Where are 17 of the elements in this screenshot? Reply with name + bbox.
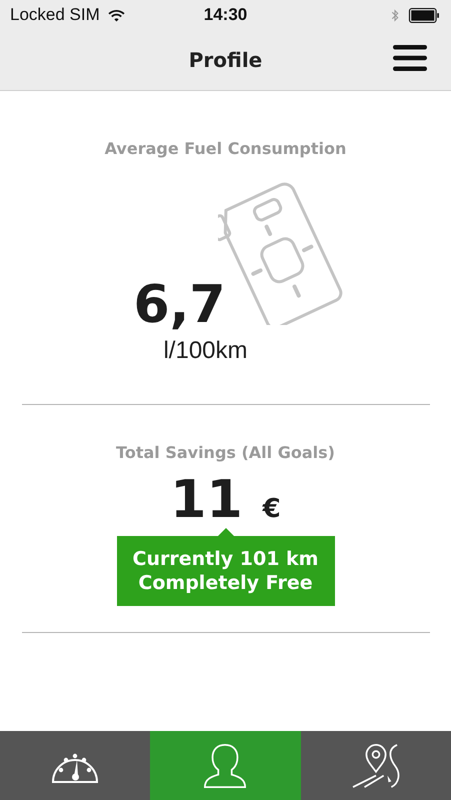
status-time: 14:30 <box>204 5 248 25</box>
wifi-icon <box>108 8 125 22</box>
callout-text: Completely Free <box>138 572 313 594</box>
savings-value: 11 <box>170 470 243 530</box>
bluetooth-icon <box>391 8 400 22</box>
menu-icon[interactable] <box>393 45 427 71</box>
map-route-icon <box>350 742 401 788</box>
fuel-unit: l/100km <box>163 337 248 365</box>
fuel-value: 6,7 <box>133 275 226 335</box>
section-title: Total Savings (All Goals) <box>116 443 335 462</box>
page-title: Profile <box>188 48 262 72</box>
profile-tab[interactable] <box>150 731 301 800</box>
section-title: Average Fuel Consumption <box>104 139 346 158</box>
callout-text: Currently 101 km <box>132 548 318 570</box>
battery-icon <box>408 8 441 22</box>
currency-symbol: € <box>262 494 281 524</box>
carrier-name: Locked SIM <box>10 5 100 25</box>
